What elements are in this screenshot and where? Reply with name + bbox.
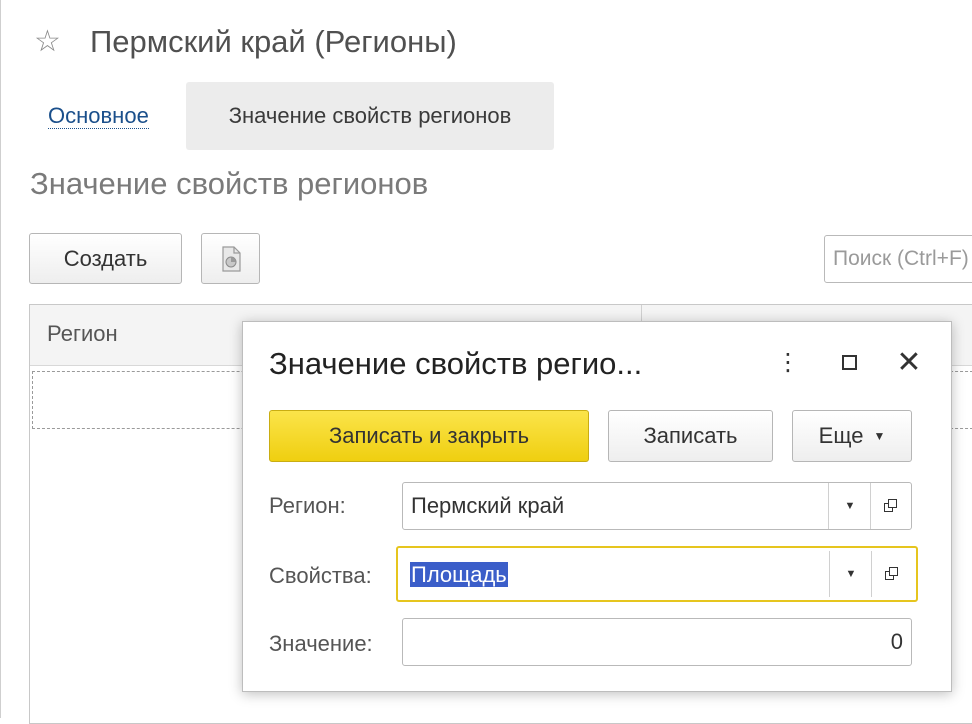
window-header: ☆ Пермский край (Регионы) — [34, 24, 457, 60]
tab-region-property-values[interactable]: Значение свойств регионов — [186, 82, 554, 150]
region-value: Пермский край — [411, 493, 565, 518]
open-form-icon[interactable] — [871, 551, 912, 597]
save-button[interactable]: Записать — [608, 410, 773, 462]
property-field[interactable]: Площадь ▼ — [396, 546, 918, 602]
tab-main[interactable]: Основное — [48, 103, 149, 129]
more-button-label: Еще — [818, 423, 864, 448]
dropdown-arrow-icon[interactable]: ▼ — [828, 483, 871, 529]
more-button[interactable]: Еще ▼ — [792, 410, 912, 462]
open-form-icon[interactable] — [870, 483, 911, 529]
tab-bar: Основное Значение свойств регионов — [34, 82, 554, 150]
more-vertical-icon[interactable]: ⋮ — [770, 344, 806, 380]
report-icon — [221, 245, 241, 272]
close-icon[interactable]: ✕ — [891, 344, 927, 380]
chevron-down-icon: ▼ — [873, 429, 886, 443]
dropdown-arrow-icon[interactable]: ▼ — [829, 551, 872, 597]
region-label: Регион: — [269, 493, 346, 518]
region-field[interactable]: Пермский край ▼ — [402, 482, 912, 530]
value-number: 0 — [890, 629, 903, 654]
property-value-dialog: Значение свойств регио... ⋮ ✕ Записать и… — [242, 321, 952, 692]
property-value: Площадь — [410, 562, 508, 588]
property-value-selected: Площадь — [410, 562, 508, 587]
report-button[interactable] — [201, 233, 260, 284]
maximize-icon[interactable] — [831, 344, 867, 380]
search-input[interactable]: Поиск (Ctrl+F) — [824, 235, 972, 283]
window-title: Пермский край (Регионы) — [90, 24, 457, 59]
save-and-close-button[interactable]: Записать и закрыть — [269, 410, 589, 462]
section-title: Значение свойств регионов — [30, 166, 429, 201]
property-label: Свойства: — [269, 563, 372, 588]
dialog-title: Значение свойств регио... — [269, 346, 643, 381]
value-label: Значение: — [269, 631, 373, 656]
page-border — [0, 0, 1, 718]
star-icon[interactable]: ☆ — [34, 27, 68, 57]
create-button[interactable]: Создать — [29, 233, 182, 284]
column-header-region[interactable]: Регион — [47, 321, 118, 347]
value-field[interactable]: 0 — [402, 618, 912, 666]
